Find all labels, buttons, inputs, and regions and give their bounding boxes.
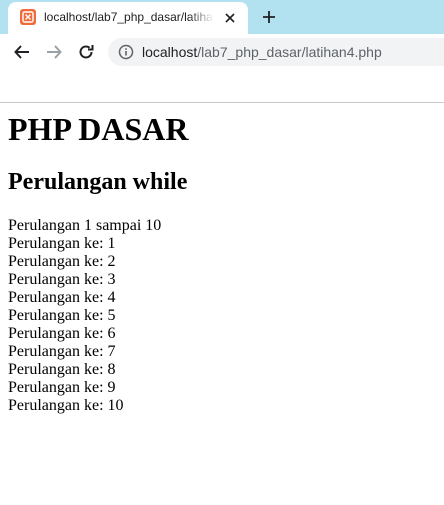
xampp-icon <box>20 9 36 25</box>
loop-line: Perulangan ke: 10 <box>8 397 124 414</box>
page-subtitle: Perulangan while <box>8 169 188 195</box>
intro-line: Perulangan 1 sampai 10 <box>8 217 162 234</box>
loop-line: Perulangan ke: 7 <box>8 343 116 360</box>
loop-line: Perulangan ke: 5 <box>8 307 116 324</box>
address-url: localhost/lab7_php_dasar/latihan4.php <box>142 44 382 60</box>
reload-icon[interactable] <box>74 40 98 64</box>
page-title: PHP DASAR <box>8 111 189 147</box>
close-icon[interactable] <box>222 10 238 26</box>
output-lines: Perulangan 1 sampai 10 Perulangan ke: 1 … <box>8 217 438 415</box>
loop-line: Perulangan ke: 6 <box>8 325 116 342</box>
loop-line: Perulangan ke: 8 <box>8 361 116 378</box>
loop-line: Perulangan ke: 3 <box>8 271 116 288</box>
tab-title: localhost/lab7_php_dasar/latihan4.php <box>44 10 214 24</box>
loop-line: Perulangan ke: 4 <box>8 289 116 306</box>
plus-icon[interactable] <box>258 6 280 28</box>
loop-line: Perulangan ke: 9 <box>8 379 116 396</box>
arrow-left-icon[interactable] <box>10 40 34 64</box>
browser-tab[interactable]: localhost/lab7_php_dasar/latihan4.php <box>8 2 248 34</box>
address-bar[interactable]: localhost/lab7_php_dasar/latihan4.php <box>108 38 444 66</box>
browser-toolbar: localhost/lab7_php_dasar/latihan4.php <box>0 34 444 70</box>
url-path: /lab7_php_dasar/latihan4.php <box>197 44 382 60</box>
tab-strip: localhost/lab7_php_dasar/latihan4.php <box>0 0 444 34</box>
arrow-right-icon[interactable] <box>42 40 66 64</box>
url-host: localhost <box>142 44 198 60</box>
loop-line: Perulangan ke: 1 <box>8 235 116 252</box>
page-content: PHP DASAR Perulangan while Perulangan 1 … <box>8 103 438 415</box>
loop-line: Perulangan ke: 2 <box>8 253 116 270</box>
info-icon[interactable] <box>118 44 134 60</box>
